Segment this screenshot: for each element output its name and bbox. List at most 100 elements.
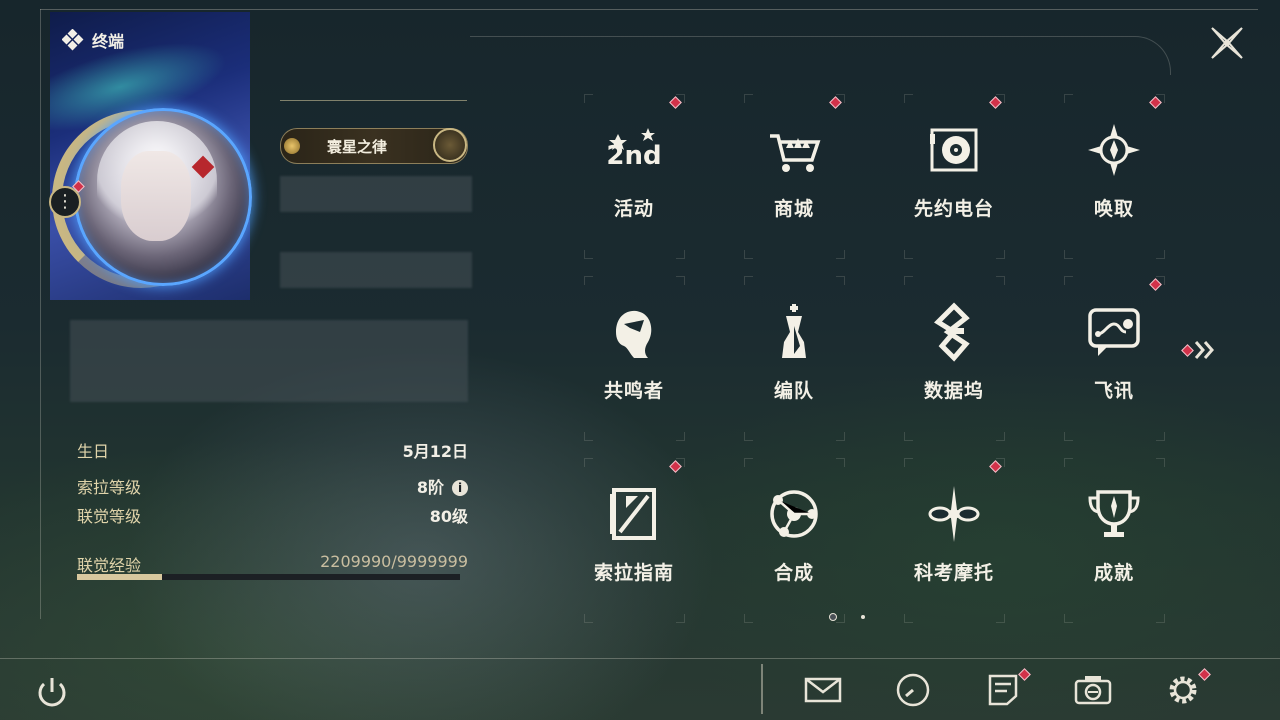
menu-item-frame-corner — [744, 614, 753, 623]
menu-item-frame-corner — [1064, 614, 1073, 623]
menu-item-label: 商城 — [773, 198, 814, 220]
sun-emblem-icon — [284, 138, 300, 154]
page-title-text: 终端 — [92, 32, 125, 51]
menu-item-label: 唤取 — [1093, 198, 1134, 220]
blurred-signature — [70, 320, 468, 402]
avatar[interactable] — [74, 108, 252, 286]
birthday-value: 5月12日 — [402, 442, 468, 461]
menu-item-frame-corner — [1064, 250, 1073, 259]
menu-item-data-bank[interactable]: 数据坞 — [874, 268, 1034, 448]
menu-item-frame-corner — [1156, 458, 1165, 467]
menu-item-frame-corner — [676, 250, 685, 259]
menu-item-frame-corner — [676, 276, 685, 285]
menu-item-label: 索拉指南 — [593, 562, 674, 584]
menu-item-label: 合成 — [773, 562, 814, 584]
info-row-union-level: 联觉等级 80级 — [77, 503, 468, 529]
bottom-bar-line — [0, 658, 1280, 659]
menu-item-frame-corner — [996, 276, 1005, 285]
motorbike-icon — [928, 486, 980, 542]
menu-item-radio-vinyl[interactable]: 先约电台 — [874, 86, 1034, 266]
menu-item-label: 成就 — [1093, 562, 1134, 584]
info-icon[interactable]: i — [452, 480, 468, 496]
menu-item-frame-corner — [584, 276, 593, 285]
achievement-trophy-icon — [1088, 490, 1140, 537]
menu-item-frame-corner — [996, 614, 1005, 623]
page-title: 终端 — [62, 28, 124, 52]
next-page-badge-icon — [1181, 344, 1194, 357]
orb-emblem-icon — [433, 128, 467, 162]
menu-item-motorbike[interactable]: 科考摩托 — [874, 450, 1034, 630]
menu-item-frame-corner — [836, 250, 845, 259]
menu-item-frame-corner — [904, 432, 913, 441]
birthday-label: 生日 — [77, 442, 110, 461]
union-exp-label: 联觉经验 — [77, 556, 142, 575]
settings-gear-icon[interactable] — [1163, 670, 1203, 710]
menu-item-frame-corner — [836, 458, 845, 467]
clock-icon[interactable] — [893, 670, 933, 710]
sol-level-value: 8阶 — [416, 478, 444, 497]
menu-item-frame-corner — [584, 250, 593, 259]
notice-icon[interactable] — [983, 670, 1023, 710]
blurred-uid — [280, 252, 472, 288]
menu-item-frame-corner — [676, 432, 685, 441]
menu-item-frame-corner — [744, 250, 753, 259]
menu-item-frame-corner — [904, 614, 913, 623]
menu-item-frame-corner — [904, 250, 913, 259]
menu-item-frame-corner — [1156, 614, 1165, 623]
menu-item-frame-corner — [996, 250, 1005, 259]
frame-top-line — [40, 9, 1258, 10]
event-2nd-anniversary-icon: 2nd — [606, 128, 662, 171]
double-chevron-right-icon — [1194, 341, 1214, 359]
menu-item-label: 活动 — [613, 198, 654, 220]
menu-item-label: 数据坞 — [923, 380, 984, 402]
menu-item-achievement-trophy[interactable]: 成就 — [1034, 450, 1194, 630]
menu-item-frame-corner — [676, 614, 685, 623]
menu-item-frame-corner — [744, 458, 753, 467]
menu-item-resonator-portrait[interactable]: 共鸣者 — [554, 268, 714, 448]
frame-curve-line — [470, 36, 1171, 75]
menu-item-label: 飞讯 — [1093, 380, 1134, 402]
sol-level-label: 索拉等级 — [77, 478, 142, 497]
menu-item-event-2nd-anniversary[interactable]: 2nd 活动 — [554, 86, 714, 266]
more-options-button[interactable]: ⋮ — [49, 186, 81, 218]
sol-level-value-group: 8阶 i — [417, 474, 468, 498]
mail-icon[interactable] — [803, 670, 843, 710]
union-level-label: 联觉等级 — [77, 507, 142, 526]
power-icon[interactable] — [32, 672, 72, 712]
bottom-bar-divider — [761, 664, 763, 714]
menu-item-guide-book[interactable]: 索拉指南 — [554, 450, 714, 630]
menu-item-frame-corner — [836, 276, 845, 285]
menu-item-frame-corner — [584, 614, 593, 623]
menu-item-shop-cart[interactable]: 商城 — [714, 86, 874, 266]
menu-item-team-chess[interactable]: 编队 — [714, 268, 874, 448]
shop-cart-icon — [770, 134, 821, 172]
menu-item-frame-corner — [744, 432, 753, 441]
menu-item-frame-corner — [744, 94, 753, 103]
menu-item-message-chat[interactable]: 飞讯 — [1034, 268, 1194, 448]
close-icon[interactable] — [1206, 22, 1248, 64]
menu-item-frame-corner — [584, 94, 593, 103]
terminal-diamond-icon — [62, 29, 84, 51]
convene-compass-icon — [1088, 124, 1140, 176]
union-level-value: 80级 — [429, 507, 468, 526]
menu-item-convene-compass[interactable]: 唤取 — [1034, 86, 1194, 266]
info-row-birthday: 生日 5月12日 — [77, 438, 468, 464]
menu-item-frame-corner — [836, 614, 845, 623]
page-dot-active[interactable] — [829, 613, 837, 621]
menu-item-frame-corner — [836, 432, 845, 441]
menu-item-frame-corner — [584, 458, 593, 467]
page-dot[interactable] — [861, 615, 865, 619]
menu-item-frame-corner — [1064, 458, 1073, 467]
title-badge-text: 寰星之律 — [327, 138, 388, 156]
radio-vinyl-icon — [930, 128, 978, 172]
menu-item-frame-corner — [584, 432, 593, 441]
title-badge-button[interactable]: 寰星之律 — [280, 128, 468, 164]
resonator-portrait-icon — [616, 310, 652, 358]
blurred-name — [280, 176, 472, 212]
frame-left-line — [40, 9, 41, 619]
menu-item-frame-corner — [1064, 276, 1073, 285]
next-page-button[interactable] — [1180, 338, 1220, 362]
menu-item-frame-corner — [1156, 432, 1165, 441]
camera-icon[interactable] — [1073, 670, 1113, 710]
menu-item-synthesis-orbit[interactable]: 合成 — [714, 450, 874, 630]
